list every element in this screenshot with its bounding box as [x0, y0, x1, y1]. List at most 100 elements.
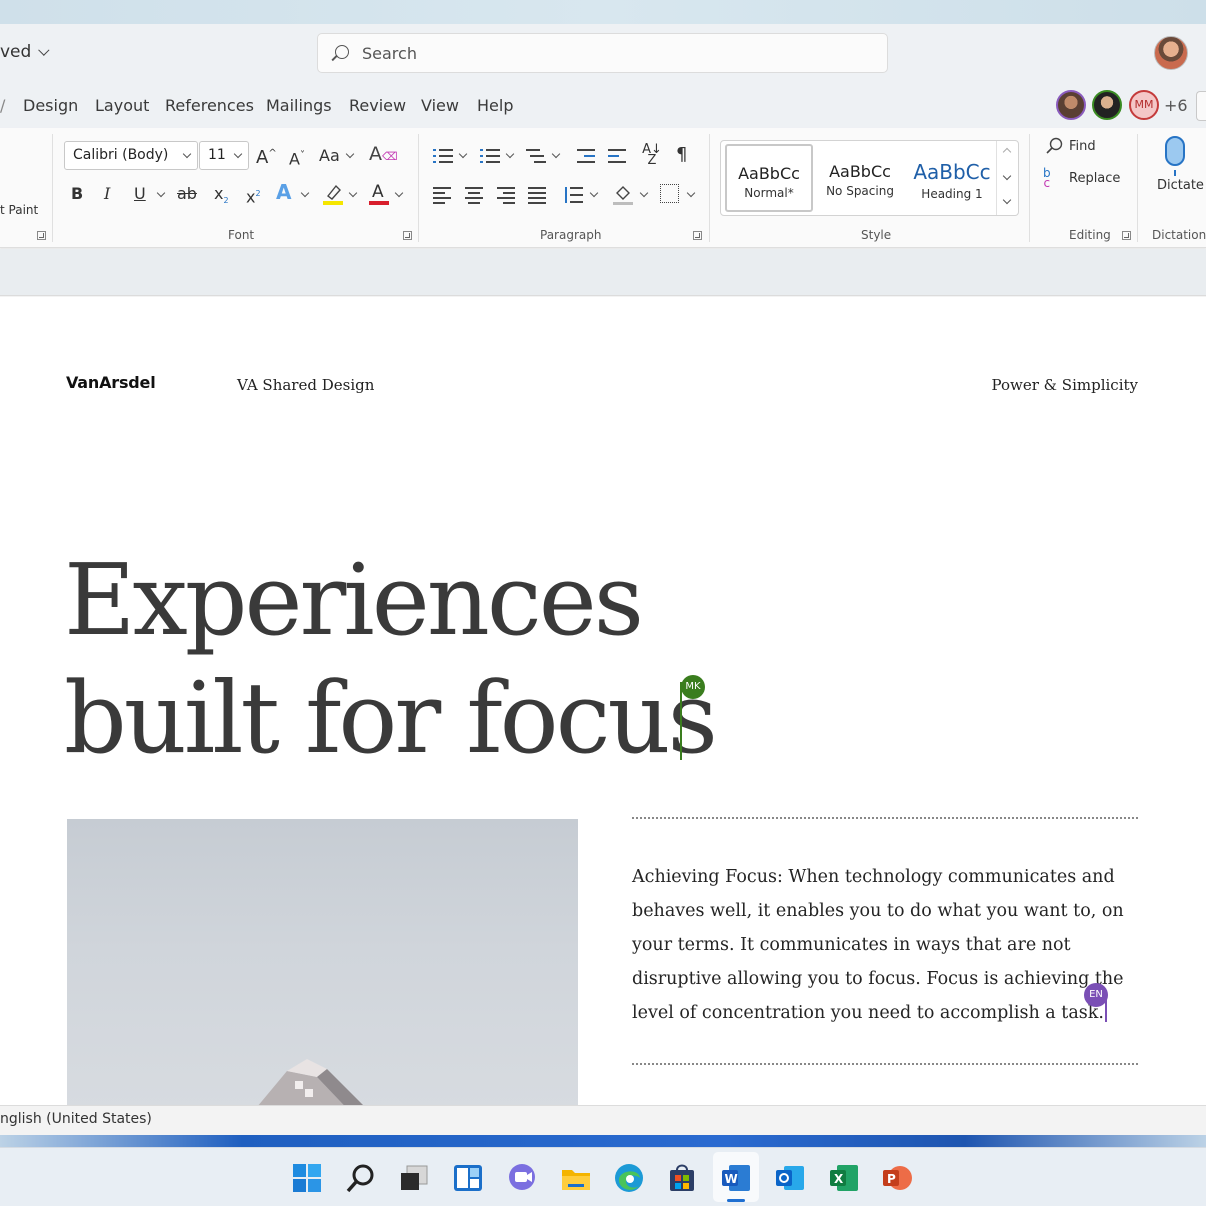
format-painter-label[interactable]: t Paint [0, 203, 38, 217]
collaborator-avatar-1[interactable] [1056, 90, 1086, 120]
start-icon[interactable] [291, 1162, 323, 1194]
search-box[interactable]: Search [317, 33, 888, 73]
tab-design[interactable]: Design [23, 96, 78, 115]
search-icon[interactable] [345, 1162, 377, 1194]
styles-scroll[interactable] [996, 141, 1018, 215]
chevron-down-icon[interactable] [348, 188, 358, 198]
numbering-icon[interactable] [480, 148, 500, 164]
shading-icon[interactable] [613, 182, 635, 206]
chevron-down-icon [182, 149, 192, 159]
align-left-icon[interactable] [433, 187, 453, 204]
italic-button[interactable]: I [104, 184, 110, 204]
save-status[interactable]: ved [0, 42, 50, 62]
text-effects-icon[interactable]: A [276, 182, 291, 202]
paragraph-launcher-icon[interactable] [693, 231, 702, 240]
tab-layout[interactable]: Layout [95, 96, 149, 115]
bold-button[interactable]: B [71, 184, 83, 204]
tab-mailings[interactable]: Mailings [266, 96, 332, 115]
desktop-wallpaper [0, 1135, 1206, 1147]
chevron-down-icon[interactable] [589, 188, 599, 198]
highlight-color-icon[interactable] [323, 182, 343, 206]
superscript-button[interactable]: x2 [246, 184, 261, 207]
collaborator-avatar-2[interactable] [1092, 90, 1122, 120]
tab-references[interactable]: References [165, 96, 254, 115]
subscript-button[interactable]: x2 [214, 184, 229, 211]
document-page[interactable]: VanArsdel VA Shared Design Power & Simpl… [0, 297, 1206, 1105]
justify-icon[interactable] [528, 187, 548, 204]
show-marks-icon[interactable]: ¶ [676, 145, 687, 165]
powerpoint-icon[interactable]: P [881, 1162, 913, 1194]
grow-font-button[interactable]: A^ [256, 144, 277, 168]
microphone-icon[interactable] [1165, 136, 1185, 176]
chevron-up-icon[interactable] [1002, 147, 1012, 157]
account-avatar[interactable] [1154, 36, 1188, 70]
sort-icon[interactable]: A↓ Z [641, 143, 663, 167]
svg-text:A: A [372, 182, 384, 202]
style-no-spacing[interactable]: AaBbCc No Spacing [816, 144, 904, 212]
chevron-down-icon[interactable] [1002, 171, 1012, 181]
more-styles-icon[interactable] [1002, 195, 1012, 205]
group-separator [709, 134, 710, 242]
style-normal[interactable]: AaBbCc Normal* [725, 144, 813, 212]
chevron-down-icon[interactable] [394, 188, 404, 198]
chevron-down-icon[interactable] [686, 188, 696, 198]
font-size-select[interactable]: 11 [199, 141, 249, 170]
clipboard-launcher-icon[interactable] [37, 231, 46, 240]
line-spacing-icon[interactable] [563, 187, 583, 203]
collaborator-avatar-mm[interactable]: MM [1129, 90, 1159, 120]
tab-view[interactable]: View [421, 96, 459, 115]
find-icon[interactable] [1045, 137, 1063, 155]
chevron-down-icon[interactable] [505, 149, 515, 159]
dictate-button[interactable]: Dictate [1157, 178, 1204, 193]
svg-text:P: P [887, 1172, 896, 1186]
align-right-icon[interactable] [497, 187, 517, 204]
body-paragraph[interactable]: Achieving Focus: When technology communi… [632, 860, 1132, 1030]
title-bar: ved Search [0, 24, 1206, 84]
borders-icon[interactable] [660, 184, 679, 203]
chevron-down-icon[interactable] [639, 188, 649, 198]
find-button[interactable]: Find [1069, 139, 1096, 154]
share-button-edge[interactable] [1196, 91, 1206, 121]
tab-review[interactable]: Review [349, 96, 406, 115]
align-center-icon[interactable] [465, 187, 485, 204]
clear-formatting-icon[interactable]: A⌫ [369, 144, 398, 167]
word-icon[interactable]: W [720, 1162, 752, 1194]
edge-icon[interactable] [613, 1162, 645, 1194]
headline[interactable]: Experiences built for focus [64, 542, 718, 778]
chevron-down-icon[interactable] [551, 149, 561, 159]
widgets-icon[interactable] [452, 1162, 484, 1194]
search-icon [335, 45, 349, 59]
task-view-icon[interactable] [398, 1162, 430, 1194]
font-color-icon[interactable]: A [369, 180, 389, 206]
change-case-button[interactable]: Aa [319, 146, 340, 166]
language-status[interactable]: nglish (United States) [0, 1111, 152, 1127]
style-heading-1[interactable]: AaBbCc Heading 1 [908, 144, 996, 212]
underline-button[interactable]: U [134, 184, 146, 204]
more-collaborators[interactable]: +6 [1164, 96, 1188, 115]
building-photo[interactable] [67, 819, 578, 1105]
file-explorer-icon[interactable] [560, 1162, 592, 1194]
editing-launcher-icon[interactable] [1122, 231, 1131, 240]
bullets-icon[interactable] [433, 148, 453, 164]
strikethrough-button[interactable]: ab [177, 184, 197, 204]
multilevel-list-icon[interactable] [526, 148, 546, 164]
chevron-down-icon[interactable] [345, 149, 355, 159]
excel-icon[interactable]: X [828, 1162, 860, 1194]
teams-chat-icon[interactable] [506, 1162, 538, 1194]
font-launcher-icon[interactable] [403, 231, 412, 240]
shrink-font-button[interactable]: A˅ [289, 146, 305, 169]
decrease-indent-icon[interactable] [577, 148, 597, 164]
increase-indent-icon[interactable] [608, 148, 628, 164]
replace-button[interactable]: Replace [1069, 171, 1120, 186]
store-icon[interactable] [666, 1162, 698, 1194]
chevron-down-icon[interactable] [300, 188, 310, 198]
tab-edge-fragment: / [0, 96, 6, 115]
chevron-down-icon[interactable] [458, 149, 468, 159]
dotted-divider-bottom [632, 1063, 1138, 1065]
outlook-icon[interactable] [774, 1162, 806, 1194]
font-family-select[interactable]: Calibri (Body) [64, 141, 198, 170]
chevron-down-icon[interactable] [156, 188, 166, 198]
replace-icon[interactable]: bc [1043, 167, 1051, 189]
document-margin-area [0, 249, 1206, 296]
tab-help[interactable]: Help [477, 96, 513, 115]
